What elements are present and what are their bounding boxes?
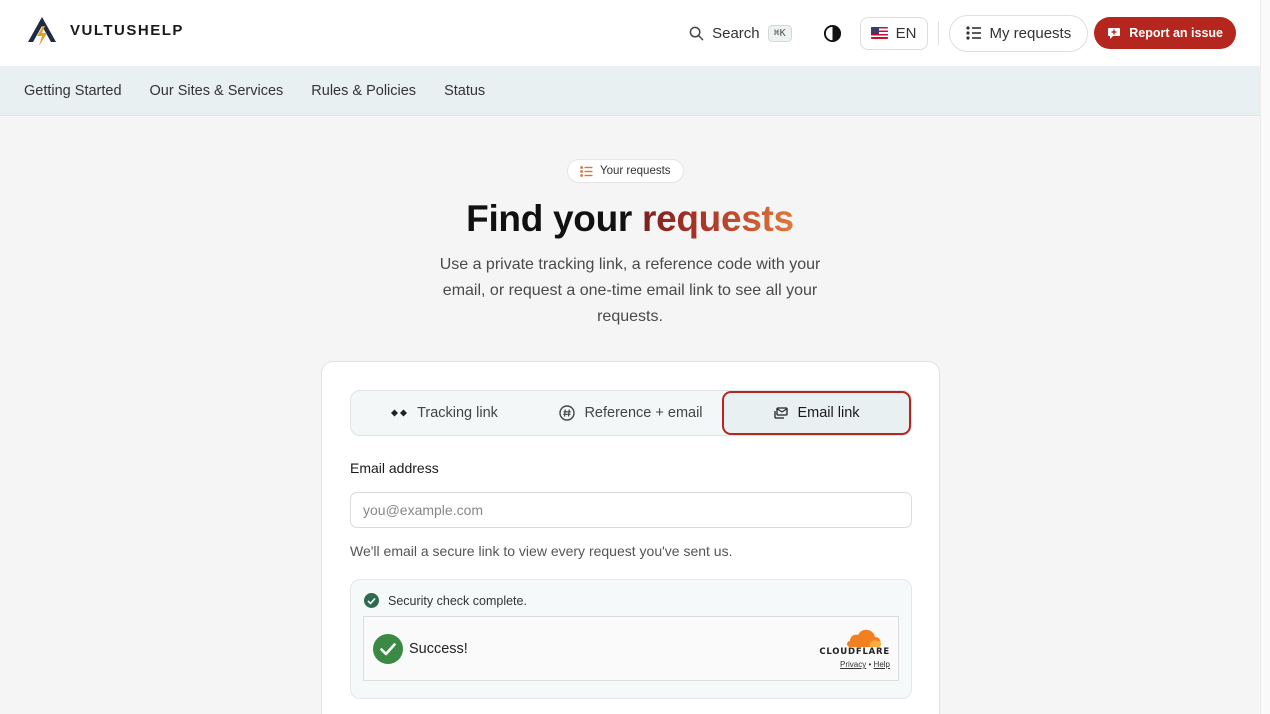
security-status: Security check complete. bbox=[364, 593, 527, 608]
search-button[interactable]: Search ⌘K bbox=[689, 24, 792, 42]
title-main: Find your bbox=[466, 198, 642, 239]
header-divider bbox=[937, 21, 939, 45]
search-shortcut: ⌘K bbox=[767, 24, 792, 42]
top-header: VULTUSHELP Search ⌘K EN My requests Repo… bbox=[0, 0, 1260, 66]
cloudflare-cloud-icon bbox=[847, 629, 882, 647]
title-accent: requests bbox=[641, 198, 794, 239]
language-label: EN bbox=[895, 24, 917, 42]
lookup-card: Tracking link Reference + email Email li… bbox=[321, 361, 940, 714]
cloudflare-turnstile-widget[interactable]: Success! CLOUDFLARE Privacy • Help bbox=[363, 616, 899, 681]
us-flag-icon bbox=[870, 27, 888, 39]
email-address-label: Email address bbox=[350, 460, 439, 476]
mail-stack-icon bbox=[774, 406, 789, 419]
cloudflare-wordmark: CLOUDFLARE bbox=[819, 647, 890, 657]
page-title: Find your requests bbox=[0, 198, 1260, 240]
header-actions: Search ⌘K EN My requests Report an issue bbox=[689, 14, 1236, 52]
tab-email-link[interactable]: Email link bbox=[722, 391, 911, 435]
tab-tracking-label: Tracking link bbox=[417, 405, 498, 421]
search-label: Search bbox=[712, 24, 760, 42]
brand-name: VULTUSHELP bbox=[70, 21, 184, 39]
page-subtitle: Use a private tracking link, a reference… bbox=[439, 256, 821, 325]
mountain-bolt-logo-icon bbox=[24, 12, 60, 48]
turnstile-success-text: Success! bbox=[409, 641, 468, 657]
list-icon bbox=[580, 165, 593, 177]
security-check-panel: Security check complete. Success! CLOUDF… bbox=[350, 579, 912, 699]
list-icon bbox=[965, 26, 981, 40]
email-hint: We'll email a secure link to view every … bbox=[350, 543, 733, 559]
contrast-icon bbox=[824, 24, 842, 42]
tab-reference-email[interactable]: Reference + email bbox=[537, 391, 725, 435]
search-icon bbox=[689, 26, 704, 40]
brand-logo[interactable]: VULTUSHELP bbox=[24, 12, 184, 48]
lookup-method-tabs: Tracking link Reference + email Email li… bbox=[350, 390, 912, 436]
report-issue-label: Report an issue bbox=[1129, 26, 1223, 40]
chat-plus-icon bbox=[1108, 27, 1121, 39]
success-check-icon bbox=[373, 634, 403, 664]
links-separator: • bbox=[868, 660, 872, 669]
privacy-link[interactable]: Privacy bbox=[840, 660, 866, 669]
hash-icon bbox=[559, 405, 576, 421]
language-selector[interactable]: EN bbox=[859, 16, 928, 50]
tab-reference-label: Reference + email bbox=[584, 405, 703, 421]
section-pill: Your requests bbox=[567, 159, 684, 183]
security-status-text: Security check complete. bbox=[388, 593, 527, 608]
check-circle-icon bbox=[364, 593, 379, 608]
section-nav: Getting Started Our Sites & Services Rul… bbox=[0, 66, 1260, 116]
cloudflare-links: Privacy • Help bbox=[840, 660, 890, 669]
page-scrollbar[interactable] bbox=[1260, 0, 1270, 714]
nav-item-status[interactable]: Status bbox=[444, 83, 485, 99]
help-link[interactable]: Help bbox=[874, 660, 890, 669]
tab-email-label: Email link bbox=[797, 405, 860, 421]
report-issue-button[interactable]: Report an issue bbox=[1094, 17, 1236, 49]
theme-toggle-button[interactable] bbox=[822, 22, 844, 44]
pill-label: Your requests bbox=[600, 165, 671, 177]
link-dots-icon bbox=[391, 409, 408, 417]
nav-item-rules-policies[interactable]: Rules & Policies bbox=[311, 83, 416, 99]
nav-item-sites-services[interactable]: Our Sites & Services bbox=[150, 83, 284, 99]
nav-item-getting-started[interactable]: Getting Started bbox=[24, 83, 122, 99]
tab-tracking-link[interactable]: Tracking link bbox=[351, 391, 537, 435]
my-requests-label: My requests bbox=[989, 24, 1072, 42]
email-field[interactable] bbox=[350, 492, 912, 528]
my-requests-button[interactable]: My requests bbox=[948, 14, 1089, 52]
